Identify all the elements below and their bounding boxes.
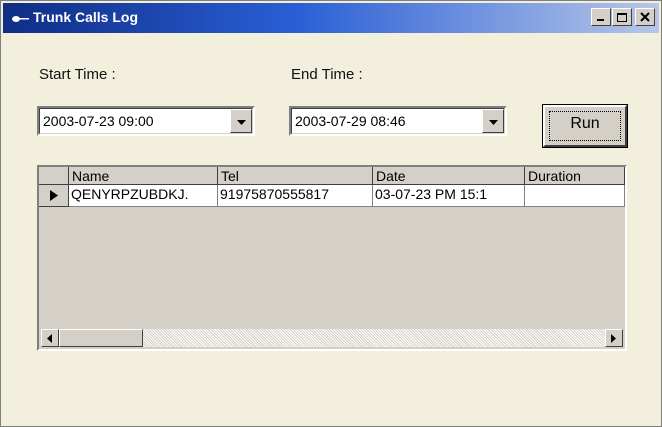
chevron-down-icon <box>237 120 246 125</box>
end-time-combo[interactable]: 2003-07-29 08:46 <box>289 106 507 136</box>
column-header-name[interactable]: Name <box>69 167 218 185</box>
chevron-right-icon <box>611 334 616 343</box>
end-time-value[interactable]: 2003-07-29 08:46 <box>295 113 406 129</box>
maximize-button[interactable] <box>612 8 632 26</box>
start-time-combo[interactable]: 2003-07-23 09:00 <box>37 106 255 136</box>
column-header-duration[interactable]: Duration <box>525 167 625 185</box>
column-header-date[interactable]: Date <box>373 167 525 185</box>
scroll-right-button[interactable] <box>605 329 623 347</box>
start-time-dropdown-button[interactable] <box>230 109 252 133</box>
grid-corner-header <box>39 167 69 185</box>
end-time-dropdown-button[interactable] <box>482 109 504 133</box>
maximize-icon <box>617 13 627 22</box>
close-button[interactable] <box>635 8 655 26</box>
row-selector[interactable] <box>39 185 69 207</box>
table-cell-tel[interactable]: 91975870555817 <box>218 185 373 207</box>
cell-tel-text: 91975870555817 <box>220 186 330 202</box>
table-cell-duration[interactable] <box>525 185 625 207</box>
run-button[interactable]: Run <box>542 104 628 148</box>
column-header-duration-label: Duration <box>528 168 581 184</box>
run-button-label: Run <box>570 115 600 132</box>
title-bar[interactable]: Trunk Calls Log <box>3 3 659 33</box>
column-header-tel[interactable]: Tel <box>218 167 373 185</box>
minimize-icon <box>597 19 604 21</box>
table-cell-name[interactable]: QENYRPZUBDKJ. <box>69 185 218 207</box>
end-time-label: End Time : <box>291 66 363 83</box>
row-pointer-icon <box>50 190 58 201</box>
horizontal-scrollbar[interactable] <box>41 329 623 347</box>
phone-handset-icon[interactable] <box>11 15 29 23</box>
trunk-calls-log-window: Trunk Calls Log Start Time : End Time : … <box>0 0 662 427</box>
cell-name-text: QENYRPZUBDKJ. <box>71 186 189 202</box>
start-time-label: Start Time : <box>39 66 116 83</box>
calls-data-grid[interactable]: Name Tel Date Duration QENYRPZUBDKJ. 919… <box>37 165 627 351</box>
minimize-button[interactable] <box>591 8 611 26</box>
scroll-left-button[interactable] <box>41 329 59 347</box>
column-header-tel-label: Tel <box>221 168 239 184</box>
cell-date-text: 03-07-23 PM 15:1 <box>375 186 488 202</box>
scroll-thumb[interactable] <box>59 329 143 347</box>
chevron-down-icon <box>489 120 498 125</box>
chevron-left-icon <box>47 334 52 343</box>
close-icon <box>640 12 650 22</box>
start-time-value[interactable]: 2003-07-23 09:00 <box>43 113 154 129</box>
window-title: Trunk Calls Log <box>33 9 139 25</box>
table-cell-date[interactable]: 03-07-23 PM 15:1 <box>373 185 525 207</box>
column-header-date-label: Date <box>376 168 406 184</box>
column-header-name-label: Name <box>72 168 110 184</box>
